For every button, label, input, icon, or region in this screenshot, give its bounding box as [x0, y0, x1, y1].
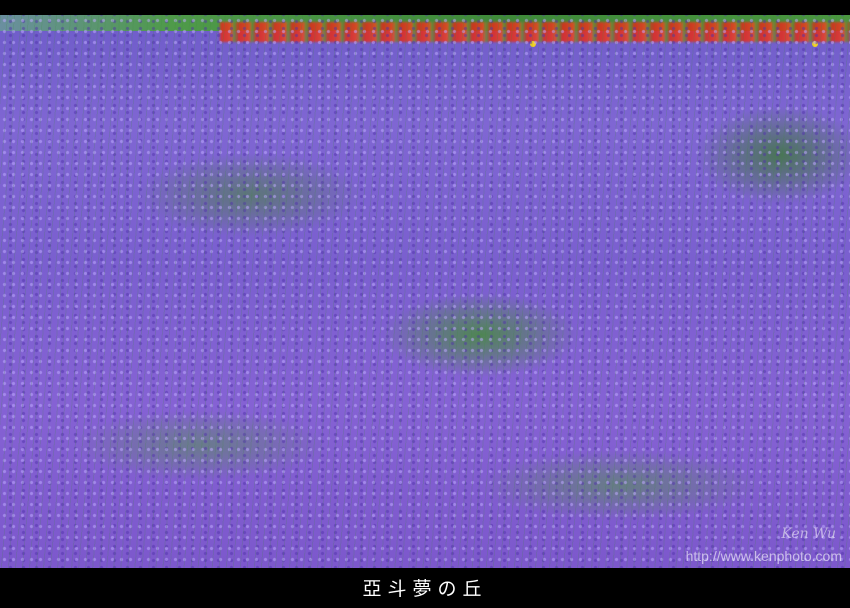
watermark-url: http://www.kenphoto.com: [685, 548, 842, 564]
watermark-signature: Ken Wu: [781, 526, 836, 542]
lavender-stems-texture: [0, 15, 850, 568]
photo-caption: 亞斗夢の丘: [362, 578, 488, 600]
lavender-field-photo: Ken Wu http://www.kenphoto.com: [0, 15, 850, 568]
photo-frame: Ken Wu http://www.kenphoto.com 亞斗夢の丘: [0, 0, 850, 608]
